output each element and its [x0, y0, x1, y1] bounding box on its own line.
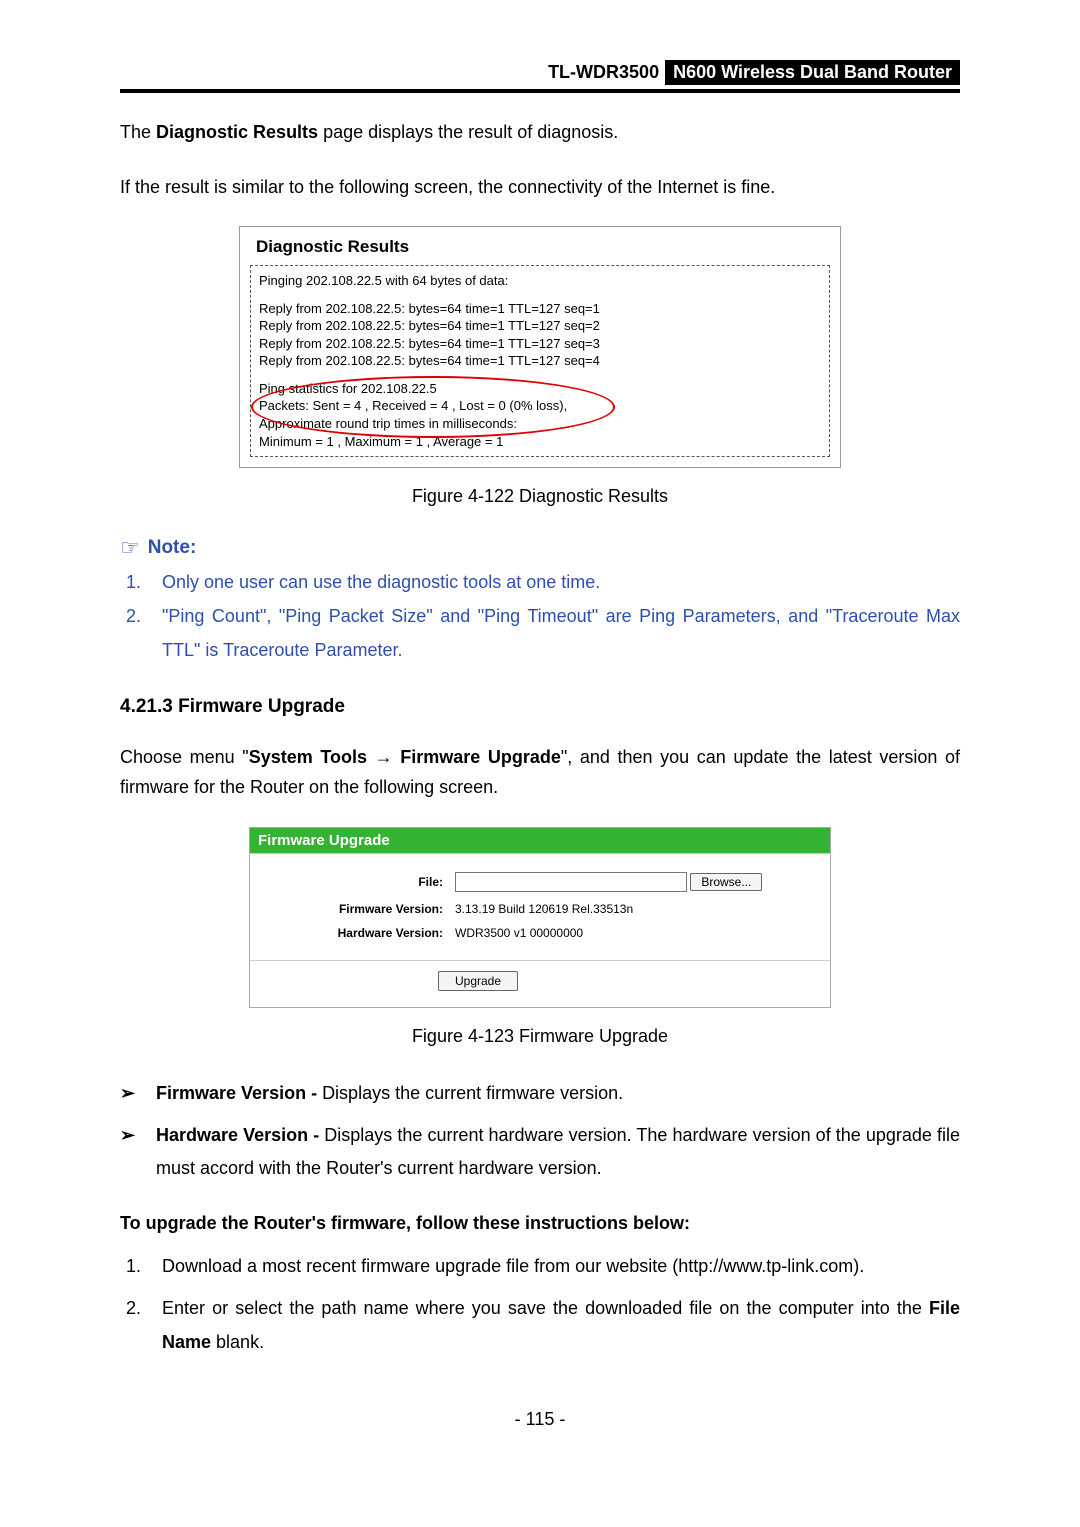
- firmware-upgrade-panel: Firmware Upgrade File: Browse... Firmwar…: [249, 827, 831, 1008]
- ping-reply-line: Reply from 202.108.22.5: bytes=64 time=1…: [259, 317, 821, 335]
- triangle-bullet-icon: ➢: [120, 1077, 156, 1109]
- note-item: "Ping Count", "Ping Packet Size" and "Pi…: [146, 599, 960, 667]
- ping-minmax-line: Minimum = 1 , Maximum = 1 , Average = 1: [259, 433, 821, 451]
- intro-paragraph-1: The Diagnostic Results page displays the…: [120, 117, 960, 148]
- step-item: Enter or select the path name where you …: [146, 1291, 960, 1359]
- intro-paragraph-2: If the result is similar to the followin…: [120, 172, 960, 203]
- section-heading-4-21-3: 4.21.3 Firmware Upgrade: [120, 696, 960, 718]
- ping-reply-line: Reply from 202.108.22.5: bytes=64 time=1…: [259, 352, 821, 370]
- upgrade-instructions-heading: To upgrade the Router's firmware, follow…: [120, 1208, 960, 1239]
- pointing-hand-icon: ☞: [120, 537, 140, 559]
- step-item: Download a most recent firmware upgrade …: [146, 1249, 960, 1283]
- hardware-version-value: WDR3500 v1 00000000: [455, 926, 812, 940]
- ping-approx-line: Approximate round trip times in millisec…: [259, 415, 821, 433]
- diagnostic-results-title: Diagnostic Results: [250, 233, 830, 265]
- file-label: File:: [268, 875, 455, 889]
- ping-stats-title: Ping statistics for 202.108.22.5: [259, 380, 821, 398]
- page-number: - 115 -: [120, 1409, 960, 1430]
- firmware-intro-paragraph: Choose menu "System Tools → Firmware Upg…: [120, 742, 960, 803]
- ping-packets-line: Packets: Sent = 4 , Received = 4 , Lost …: [259, 397, 821, 415]
- header-product: N600 Wireless Dual Band Router: [665, 60, 960, 85]
- list-item: ➢ Firmware Version - Displays the curren…: [120, 1077, 960, 1109]
- browse-button[interactable]: Browse...: [690, 873, 762, 891]
- upgrade-button[interactable]: Upgrade: [438, 971, 518, 991]
- firmware-version-label: Firmware Version:: [268, 902, 455, 916]
- list-item: ➢ Hardware Version - Displays the curren…: [120, 1119, 960, 1184]
- figure-caption-123: Figure 4-123 Firmware Upgrade: [120, 1026, 960, 1047]
- header-model: TL-WDR3500: [542, 60, 665, 85]
- ping-header-line: Pinging 202.108.22.5 with 64 bytes of da…: [259, 272, 821, 290]
- diagnostic-results-output: Pinging 202.108.22.5 with 64 bytes of da…: [250, 265, 830, 457]
- note-label: Note:: [148, 537, 197, 559]
- upgrade-steps-list: Download a most recent firmware upgrade …: [120, 1249, 960, 1360]
- file-input[interactable]: [455, 872, 687, 892]
- hardware-version-label: Hardware Version:: [268, 926, 455, 940]
- firmware-upgrade-title: Firmware Upgrade: [250, 828, 830, 853]
- diagnostic-results-panel: Diagnostic Results Pinging 202.108.22.5 …: [239, 226, 841, 468]
- firmware-version-value: 3.13.19 Build 120619 Rel.33513n: [455, 902, 812, 916]
- ping-replies: Reply from 202.108.22.5: bytes=64 time=1…: [259, 300, 821, 370]
- ping-statistics: Ping statistics for 202.108.22.5 Packets…: [259, 380, 821, 450]
- figure-caption-122: Figure 4-122 Diagnostic Results: [120, 486, 960, 507]
- note-item: Only one user can use the diagnostic too…: [146, 565, 960, 599]
- triangle-bullet-icon: ➢: [120, 1119, 156, 1184]
- feature-list: ➢ Firmware Version - Displays the curren…: [120, 1077, 960, 1184]
- note-list: Only one user can use the diagnostic too…: [120, 565, 960, 668]
- ping-reply-line: Reply from 202.108.22.5: bytes=64 time=1…: [259, 300, 821, 318]
- note-heading: ☞ Note:: [120, 537, 960, 559]
- ping-reply-line: Reply from 202.108.22.5: bytes=64 time=1…: [259, 335, 821, 353]
- page-header: TL-WDR3500 N600 Wireless Dual Band Route…: [120, 60, 960, 93]
